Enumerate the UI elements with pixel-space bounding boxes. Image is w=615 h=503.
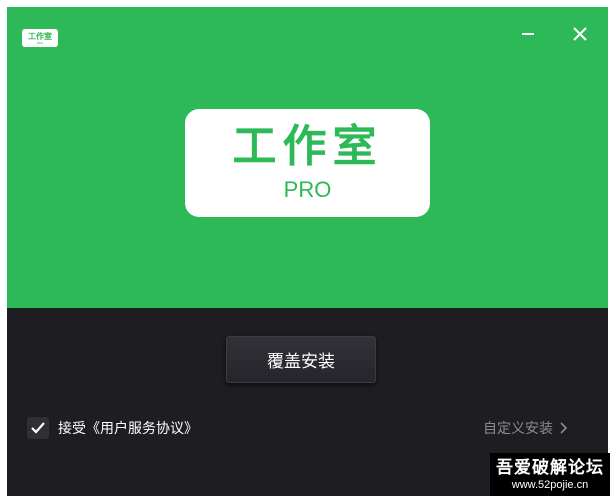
app-logo-small-text: 工作室 bbox=[28, 31, 52, 41]
app-logo-subtitle: PRO bbox=[283, 177, 332, 202]
app-logo-small-sub: PRO bbox=[36, 40, 44, 45]
chevron-right-icon bbox=[560, 422, 568, 434]
minimize-button[interactable] bbox=[516, 22, 540, 46]
agree-checkbox[interactable] bbox=[27, 417, 49, 439]
close-button[interactable] bbox=[568, 22, 592, 46]
agreement-row: 接受《用户服务协议》 bbox=[27, 417, 198, 439]
checkmark-icon bbox=[31, 422, 45, 434]
app-logo-title: 工作室 bbox=[232, 121, 383, 172]
install-button[interactable]: 覆盖安装 bbox=[226, 336, 376, 383]
custom-install-label: 自定义安装 bbox=[483, 421, 553, 437]
header-banner: 工作室 PRO 工作室 PRO bbox=[7, 7, 608, 308]
agreement-link[interactable]: 接受《用户服务协议》 bbox=[58, 418, 198, 438]
watermark-url: www.52pojie.cn bbox=[511, 478, 589, 491]
watermark-title: 吾爱破解论坛 bbox=[496, 457, 604, 478]
app-logo: 工作室 PRO bbox=[185, 109, 430, 217]
minimize-icon bbox=[522, 33, 534, 35]
custom-install-link[interactable]: 自定义安装 bbox=[483, 419, 568, 437]
app-logo-small: 工作室 PRO bbox=[22, 29, 58, 47]
close-icon bbox=[573, 27, 587, 41]
site-watermark: 吾爱破解论坛 www.52pojie.cn bbox=[490, 453, 610, 496]
